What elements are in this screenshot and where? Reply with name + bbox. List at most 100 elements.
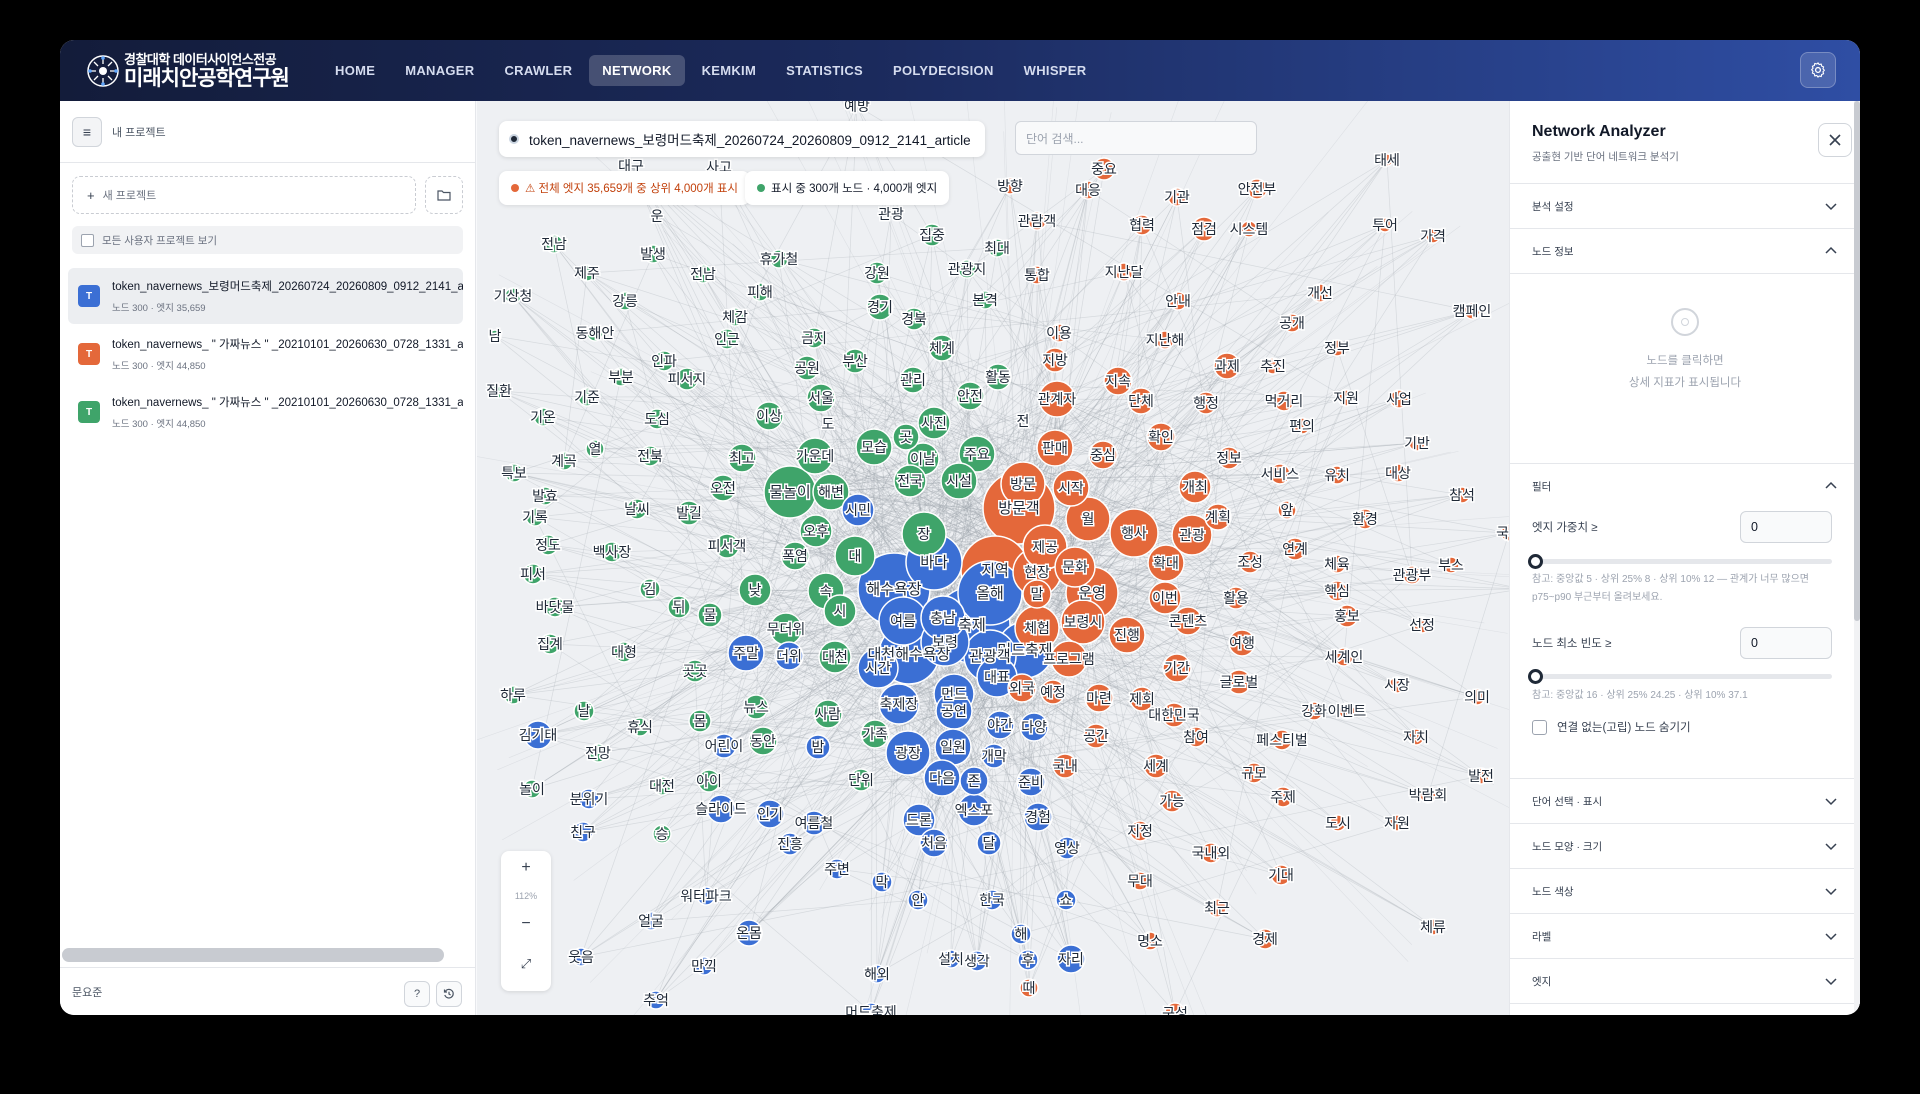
close-panel-button[interactable] bbox=[1818, 123, 1852, 157]
graph-node-label[interactable]: 대 bbox=[847, 548, 863, 567]
graph-node-label[interactable]: 먼드 bbox=[940, 686, 969, 705]
graph-node-label[interactable]: 유치 bbox=[1323, 467, 1352, 486]
graph-node-label[interactable]: 전북 bbox=[636, 448, 665, 467]
graph-node-label[interactable]: 체험 bbox=[1023, 620, 1052, 639]
graph-node-label[interactable]: 날 bbox=[576, 703, 592, 722]
nav-manager[interactable]: MANAGER bbox=[392, 55, 487, 86]
graph-node-label[interactable]: 관람객 bbox=[1016, 213, 1058, 232]
graph-node-label[interactable]: 속 bbox=[818, 583, 834, 602]
graph-node-label[interactable]: 김기태 bbox=[517, 727, 559, 746]
graph-node-label[interactable]: 연계 bbox=[1281, 541, 1310, 560]
graph-node-label[interactable]: 김 bbox=[642, 581, 658, 600]
graph-node-label[interactable]: 달 bbox=[981, 835, 997, 854]
graph-node-label[interactable]: 공연 bbox=[940, 703, 969, 722]
graph-node-label[interactable]: 경제 bbox=[1251, 931, 1280, 950]
graph-node-label[interactable]: 승 bbox=[654, 826, 670, 845]
graph-node-label[interactable]: 지정 bbox=[1126, 823, 1155, 842]
graph-node-label[interactable]: 오전 bbox=[709, 480, 738, 499]
graph-node-label[interactable]: 하루 bbox=[499, 687, 528, 706]
graph-node-label[interactable]: 말 bbox=[1029, 586, 1045, 605]
graph-node-label[interactable]: 홍보 bbox=[1333, 608, 1362, 627]
section-collapsed[interactable]: 노드 모양 · 크기 bbox=[1510, 824, 1860, 869]
graph-node-label[interactable]: 생각 bbox=[963, 953, 992, 972]
graph-node-label[interactable]: 가운데 bbox=[794, 448, 836, 467]
graph-node-label[interactable]: 머드축제 bbox=[844, 1004, 899, 1016]
graph-node-label[interactable]: 기간 bbox=[1163, 660, 1192, 679]
graph-node-label[interactable]: 한국 bbox=[978, 892, 1007, 911]
graph-node-label[interactable]: 앞 bbox=[1279, 502, 1295, 521]
graph-node-label[interactable]: 도 bbox=[820, 416, 836, 435]
graph-node-label[interactable]: 시설 bbox=[945, 473, 974, 492]
graph-node-label[interactable]: 세계인 bbox=[1323, 649, 1365, 668]
graph-node-label[interactable]: 전망 bbox=[584, 745, 613, 764]
graph-node-label[interactable]: 여름철 bbox=[793, 815, 835, 834]
nav-whisper[interactable]: WHISPER bbox=[1011, 55, 1100, 86]
graph-node-label[interactable]: 서울 bbox=[807, 390, 836, 409]
graph-node-label[interactable]: 발생 bbox=[639, 246, 668, 265]
graph-node-label[interactable]: 조성 bbox=[1236, 554, 1265, 573]
graph-node-label[interactable]: 도심 bbox=[643, 411, 672, 430]
graph-node-label[interactable]: 동해안 bbox=[574, 325, 616, 344]
graph-node-label[interactable]: 온몸 bbox=[735, 925, 764, 944]
graph-node-label[interactable]: 자치 bbox=[1402, 729, 1431, 748]
graph-node-label[interactable]: 질환 bbox=[485, 383, 514, 402]
graph-node-label[interactable]: 다음 bbox=[928, 770, 957, 789]
graph-node-label[interactable]: 발전 bbox=[1467, 768, 1496, 787]
history-button[interactable] bbox=[436, 981, 462, 1007]
graph-node-label[interactable]: 놀이 bbox=[518, 781, 547, 800]
graph-node-label[interactable]: 주말 bbox=[732, 645, 761, 664]
graph-node-label[interactable]: 피서지 bbox=[666, 371, 708, 390]
graph-node-label[interactable]: 마련 bbox=[1085, 690, 1114, 709]
graph-node-label[interactable]: 지역 bbox=[980, 560, 1011, 581]
graph-node-label[interactable]: 부산 bbox=[841, 353, 870, 372]
graph-node-label[interactable]: 지난해 bbox=[1144, 332, 1186, 351]
graph-node-label[interactable]: 주요 bbox=[963, 446, 992, 465]
section-collapsed[interactable]: 단어 선택 · 표시 bbox=[1510, 779, 1860, 824]
graph-node-label[interactable]: 참여 bbox=[1182, 729, 1211, 748]
graph-node-label[interactable]: 문화 bbox=[1061, 559, 1090, 578]
graph-node-label[interactable]: 사업 bbox=[1385, 391, 1414, 410]
graph-node-label[interactable]: 예정 bbox=[1039, 684, 1068, 703]
graph-node-label[interactable]: 오후 bbox=[802, 523, 831, 542]
slider-handle[interactable] bbox=[1528, 554, 1543, 569]
graph-node-label[interactable]: 인파 bbox=[650, 353, 679, 372]
graph-node-label[interactable]: 통합 bbox=[1023, 267, 1052, 286]
graph-node-label[interactable]: 관계자 bbox=[1036, 391, 1078, 410]
graph-node-label[interactable]: 관광객 bbox=[968, 646, 1012, 667]
graph-node-label[interactable]: 페스티벌 bbox=[1255, 732, 1310, 751]
graph-node-label[interactable]: 충남 bbox=[929, 610, 958, 629]
nav-polydecision[interactable]: POLYDECISION bbox=[880, 55, 1007, 86]
graph-node-label[interactable]: 제공 bbox=[1031, 539, 1060, 558]
graph-node-label[interactable]: 웃음 bbox=[567, 949, 596, 968]
graph-node-label[interactable]: 투어 bbox=[1371, 217, 1400, 236]
graph-node-label[interactable]: 주제 bbox=[1269, 789, 1298, 808]
graph-node-label[interactable]: 체계 bbox=[928, 340, 957, 359]
graph-node-label[interactable]: 보령시 bbox=[1062, 614, 1104, 633]
graph-node-label[interactable]: 정도 bbox=[534, 537, 563, 556]
graph-node-label[interactable]: 체육 bbox=[1323, 556, 1352, 575]
graph-node-label[interactable]: 체감 bbox=[721, 309, 750, 328]
graph-node-label[interactable]: 관광 bbox=[877, 206, 906, 225]
folder-button[interactable] bbox=[425, 176, 463, 214]
graph-node-label[interactable]: 대전 bbox=[648, 778, 677, 797]
graph-node-label[interactable]: 어린이 bbox=[703, 738, 745, 757]
graph-node-label[interactable]: 집계 bbox=[536, 636, 565, 655]
graph-node-label[interactable]: 뉴스 bbox=[742, 699, 771, 718]
sidebar-horizontal-scrollbar[interactable] bbox=[62, 948, 444, 962]
graph-node-label[interactable]: 월 bbox=[1080, 511, 1096, 530]
slider-handle[interactable] bbox=[1528, 669, 1543, 684]
graph-node-label[interactable]: 지난달 bbox=[1103, 264, 1145, 283]
graph-node-label[interactable]: 부스 bbox=[1437, 557, 1466, 576]
graph-node-label[interactable]: 시장 bbox=[1383, 677, 1412, 696]
graph-node-label[interactable]: 준비 bbox=[1017, 774, 1046, 793]
graph-node-label[interactable]: 특보 bbox=[500, 465, 529, 484]
section-collapsed[interactable]: 라벨 bbox=[1510, 914, 1860, 959]
graph-node-label[interactable]: 영상 bbox=[1053, 840, 1082, 859]
graph-node-label[interactable]: 외국 bbox=[1008, 680, 1037, 699]
graph-node-label[interactable]: 광장 bbox=[894, 745, 923, 764]
project-item[interactable]: Ttoken_navernews_보령머드축제_20260724_2026080… bbox=[68, 268, 463, 324]
graph-node-label[interactable]: 편의 bbox=[1288, 418, 1317, 437]
graph-node-label[interactable]: 계곡 bbox=[550, 453, 579, 472]
graph-node-label[interactable]: 명소 bbox=[1136, 933, 1165, 952]
graph-node-label[interactable]: 바닷물 bbox=[534, 599, 576, 618]
